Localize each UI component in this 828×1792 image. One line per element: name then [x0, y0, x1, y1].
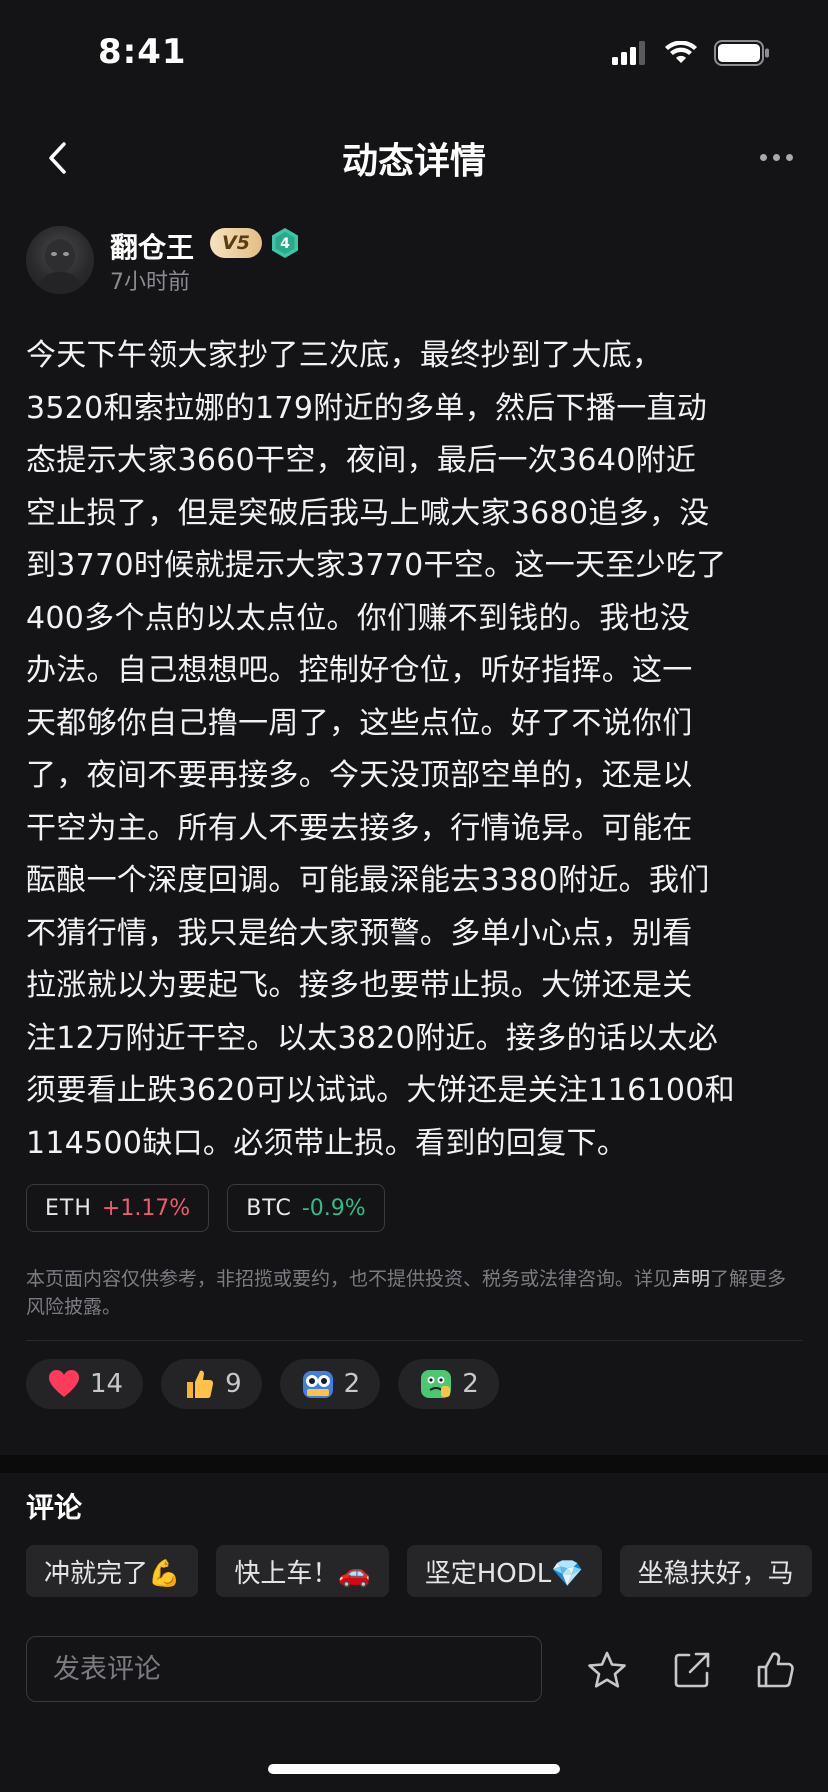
reaction-count: 2 [343, 1369, 361, 1399]
quick-replies: 冲就完了💪 快上车！🚗 坚定HODL💎 坐稳扶好，马 [26, 1545, 812, 1597]
disclaimer-link[interactable]: 声明 [672, 1268, 710, 1290]
vip-badge: V5 [210, 228, 262, 258]
quick-reply-chip[interactable]: 坐稳扶好，马 [619, 1545, 812, 1597]
post-content: 今天下午领大家抄了三次底，最终抄到了大底， 3520和索拉娜的179附近的多单，… [26, 330, 806, 1170]
page-title: 动态详情 [341, 141, 486, 182]
favorite-button[interactable] [583, 1646, 631, 1694]
content-line: 酝酿一个深度回调。可能最深能去3380附近。我们 [26, 863, 710, 898]
content-line: 干空为主。所有人不要去接多，行情诡异。可能在 [26, 810, 693, 846]
reaction-green-face[interactable]: 2 [398, 1359, 499, 1409]
content-line: 办法。自己想想吧。控制好仓位，听好指挥。这一 [26, 653, 693, 688]
dot-icon [759, 153, 767, 161]
disclaimer-text: 本页面内容仅供参考，非招揽或要约，也不提供投资、税务或法律咨询。详见 [26, 1268, 673, 1290]
content-line: 空止损了，但是突破后我马上喊大家3680追多，没 [26, 495, 710, 531]
content-line: 400多个点的以太点位。你们赚不到钱的。我也没 [26, 600, 691, 636]
content-line: 须要看止跌3620可以试试。大饼还是关注116100和 [26, 1073, 735, 1108]
content-line: 天都够你自己撸一周了，这些点位。好了不说你们 [26, 705, 693, 741]
home-indicator[interactable] [268, 1764, 560, 1774]
content-line: 3520和索拉娜的179附近的多单，然后下播一直动 [26, 390, 708, 426]
dot-icon [772, 153, 780, 161]
avatar-image [38, 239, 82, 294]
green-face-icon [418, 1366, 454, 1402]
ticker-symbol: ETH [45, 1195, 92, 1221]
ticker-symbol: BTC [246, 1195, 292, 1221]
avatar[interactable] [26, 226, 94, 294]
status-bar: 8:41 [0, 0, 828, 110]
reaction-count: 14 [90, 1369, 124, 1399]
reaction-count: 9 [225, 1369, 242, 1399]
thumbs-up-outline-icon [757, 1652, 794, 1688]
reaction-hodl[interactable]: 2 [279, 1359, 381, 1409]
comment-composer [26, 1636, 542, 1702]
quick-reply-chip[interactable]: 坚定HODL💎 [406, 1545, 602, 1597]
content-line: 114500缺口。必须带止损。看到的回复下。 [26, 1125, 628, 1161]
nav-bar: 动态详情 [0, 110, 828, 210]
ticker-eth[interactable]: ETH +1.17% [26, 1184, 210, 1232]
content-line: 今天下午领大家抄了三次底，最终抄到了大底， [26, 338, 663, 373]
heart-icon [46, 1366, 82, 1402]
ticker-change: +1.17% [101, 1195, 191, 1221]
disclaimer: 本页面内容仅供参考，非招揽或要约，也不提供投资、税务或法律咨询。详见声明了解更多… [26, 1265, 802, 1321]
content-line: 不猜行情，我只是给大家预警。多单小心点，别看 [26, 915, 693, 951]
reaction-thumbs-up[interactable]: 9 [161, 1359, 262, 1409]
quick-reply-chip[interactable]: 冲就完了💪 [26, 1545, 199, 1597]
quick-reply-chip[interactable]: 快上车！🚗 [216, 1545, 389, 1597]
battery-icon [714, 40, 769, 66]
hodl-owl-icon [300, 1366, 336, 1402]
post-author: 翻仓王 V5 4 7小时前 [26, 222, 806, 298]
like-button[interactable] [752, 1646, 800, 1694]
post-time: 7小时前 [110, 270, 190, 295]
divider [26, 1340, 802, 1341]
star-icon [588, 1651, 626, 1688]
comment-input[interactable] [27, 1637, 541, 1701]
content-line: 了，夜间不要再接多。今天没顶部空单的，还是以 [26, 758, 693, 793]
reaction-heart[interactable]: 14 [26, 1359, 144, 1409]
reactions-bar: 14 9 2 2 [26, 1359, 499, 1409]
wifi-icon [665, 41, 697, 63]
level-number: 4 [280, 236, 290, 252]
author-name[interactable]: 翻仓王 [110, 226, 194, 266]
content-line: 态提示大家3660干空，夜间，最后一次3640附近 [26, 443, 697, 478]
reaction-count: 2 [462, 1369, 479, 1399]
level-badge: 4 [272, 228, 298, 258]
comments-title: 评论 [26, 1491, 83, 1524]
thumbs-up-icon [181, 1366, 217, 1402]
status-icons [612, 40, 770, 66]
ticker-tags: ETH +1.17% BTC -0.9% [26, 1184, 385, 1232]
content-line: 到3770时候就提示大家3770干空。这一天至少吃了 [26, 548, 727, 583]
share-icon [674, 1652, 710, 1688]
dot-icon [785, 153, 793, 161]
ticker-change: -0.9% [301, 1195, 366, 1221]
cellular-signal-icon [612, 41, 645, 65]
section-separator [0, 1455, 828, 1473]
more-options-button[interactable] [746, 132, 806, 182]
content-line: 注12万附近干空。以太3820附近。接多的话以太必 [26, 1020, 719, 1056]
share-button[interactable] [668, 1646, 716, 1694]
status-time: 8:41 [98, 32, 187, 72]
content-line: 拉涨就以为要起飞。接多也要带止损。大饼还是关 [26, 968, 693, 1003]
ticker-btc[interactable]: BTC -0.9% [227, 1184, 385, 1232]
